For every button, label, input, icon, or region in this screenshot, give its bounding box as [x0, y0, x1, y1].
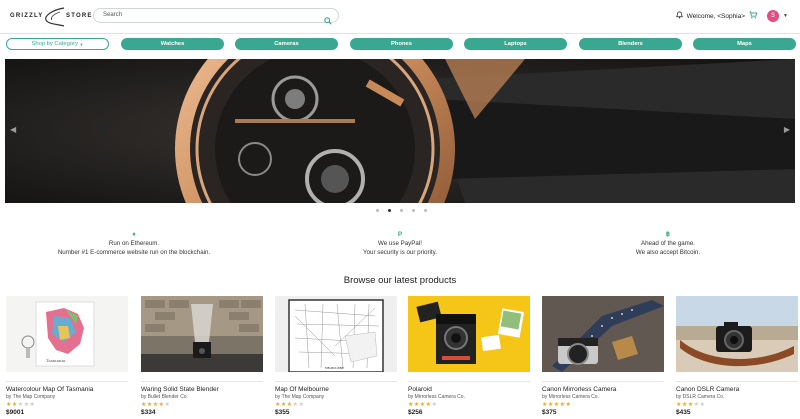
logo-text-left: GRIZZLY — [10, 13, 44, 19]
welcome-text[interactable]: Welcome, <Sophia> — [687, 13, 745, 20]
feature-subtitle: Number #1 E-commerce website run on the … — [57, 249, 211, 256]
product-name[interactable]: Watercolour Map Of Tasmania — [6, 386, 128, 393]
hero-carousel[interactable]: ◀ ▶ — [5, 59, 795, 203]
search-icon[interactable] — [324, 12, 332, 30]
logo-text-right: STORE — [66, 13, 93, 19]
card-divider — [676, 381, 798, 382]
card-divider — [6, 381, 128, 382]
product-image-mirrorless-camera[interactable] — [542, 296, 664, 372]
browse-title: Browse our latest products — [343, 275, 457, 286]
product-seller: by DSLR Camera Co. — [676, 394, 725, 400]
product-image-polaroid[interactable] — [408, 296, 530, 372]
carousel-dot[interactable] — [412, 209, 415, 212]
category-cameras-button[interactable]: Cameras — [235, 38, 338, 50]
feature-strip: ♦ Run on Ethereum. Number #1 E-commerce … — [0, 230, 800, 260]
product-price: $355 — [275, 409, 290, 416]
product-seller: by The Map Company — [275, 394, 325, 400]
feature-bitcoin: ฿ Ahead of the game. We also accept Bitc… — [573, 230, 763, 257]
avatar[interactable]: S — [767, 10, 780, 22]
product-name[interactable]: Polaroid — [408, 386, 530, 393]
product-card[interactable]: Tasmania Watercolour Map Of Tasmania by … — [6, 296, 128, 416]
product-image-melbourne-map[interactable]: MELBOURNE — [275, 296, 397, 372]
category-blenders-button[interactable]: Blenders — [579, 38, 682, 50]
category-laptops-button[interactable]: Laptops — [464, 38, 567, 50]
paypal-icon: P — [397, 231, 403, 238]
product-rating: ★★★★★ — [542, 402, 572, 408]
product-seller: by Mirrorless Camera Co. — [408, 394, 465, 400]
product-seller: by Mirrorless Camera Co. — [542, 394, 599, 400]
logo-swoosh-icon — [45, 7, 65, 27]
product-rating: ★★★★★ — [275, 402, 305, 408]
product-name[interactable]: Canon Mirrorless Camera — [542, 386, 664, 393]
carousel-next-arrow-icon[interactable]: ▶ — [784, 125, 790, 134]
product-image-dslr-camera[interactable] — [676, 296, 798, 372]
card-divider — [542, 381, 664, 382]
product-image-tasmania-map[interactable]: Tasmania — [6, 296, 128, 372]
svg-text:Tasmania: Tasmania — [46, 358, 66, 363]
product-card[interactable]: Polaroid by Mirrorless Camera Co. ★★★★★ … — [408, 296, 530, 416]
product-card[interactable]: Canon Mirrorless Camera by Mirrorless Ca… — [542, 296, 664, 416]
feature-paypal: P We use PayPal! Your security is our pr… — [305, 230, 495, 257]
user-nav: Welcome, <Sophia> S ▼ — [675, 9, 788, 23]
feature-title: We use PayPal! — [378, 240, 422, 247]
product-price: $334 — [141, 409, 156, 416]
product-price: $375 — [542, 409, 557, 416]
cart-icon[interactable] — [749, 11, 758, 21]
search-input[interactable]: Search — [93, 8, 339, 25]
category-watches-button[interactable]: Watches — [121, 38, 224, 50]
product-rating: ★★★★★ — [6, 402, 36, 408]
product-image-blender[interactable] — [141, 296, 263, 372]
category-bar: Shop by Category ▼ Watches Cameras Phone… — [0, 38, 800, 50]
feature-ethereum: ♦ Run on Ethereum. Number #1 E-commerce … — [39, 230, 229, 257]
feature-title: Ahead of the game. — [640, 240, 695, 247]
product-seller: by The Map Company — [6, 394, 56, 400]
product-rating: ★★★★★ — [408, 402, 438, 408]
chevron-down-icon: ▼ — [79, 41, 84, 47]
product-rating: ★★★★★ — [676, 402, 706, 408]
carousel-prev-arrow-icon[interactable]: ◀ — [10, 125, 16, 134]
product-price: $9001 — [6, 409, 25, 416]
product-rating: ★★★★★ — [141, 402, 171, 408]
product-price: $256 — [408, 409, 423, 416]
product-name[interactable]: Canon DSLR Camera — [676, 386, 798, 393]
product-name[interactable]: Map Of Melbourne — [275, 386, 397, 393]
card-divider — [408, 381, 530, 382]
carousel-dot[interactable] — [424, 209, 427, 212]
card-divider — [141, 381, 263, 382]
category-phones-button[interactable]: Phones — [350, 38, 453, 50]
feature-title: Run on Ethereum. — [108, 240, 160, 247]
product-name[interactable]: Waring Solid State Blender — [141, 386, 263, 393]
product-price: $435 — [676, 409, 691, 416]
bell-icon[interactable] — [675, 11, 683, 21]
category-maps-button[interactable]: Maps — [693, 38, 796, 50]
shop-by-category-label: Shop by Category — [31, 41, 78, 47]
feature-subtitle: Your security is our priority. — [363, 249, 437, 256]
carousel-indicators — [376, 209, 427, 212]
product-seller: by Bullet Blender Co. — [141, 394, 188, 400]
product-card[interactable]: Canon DSLR Camera by DSLR Camera Co. ★★★… — [676, 296, 798, 416]
hero-watch-image — [5, 59, 795, 203]
store-logo[interactable]: GRIZZLY STORE — [10, 6, 93, 28]
carousel-dot-active[interactable] — [388, 209, 391, 212]
carousel-dot[interactable] — [376, 209, 379, 212]
shop-by-category-dropdown[interactable]: Shop by Category ▼ — [6, 38, 109, 50]
svg-text:MELBOURNE: MELBOURNE — [325, 366, 344, 370]
feature-subtitle: We also accept Bitcoin. — [635, 249, 701, 256]
top-navbar: GRIZZLY STORE Search Welcome, <Sophia> S… — [0, 0, 800, 34]
ethereum-icon: ♦ — [132, 231, 136, 238]
card-divider — [275, 381, 397, 382]
carousel-dot[interactable] — [400, 209, 403, 212]
bitcoin-icon: ฿ — [665, 231, 671, 238]
product-card[interactable]: Waring Solid State Blender by Bullet Ble… — [141, 296, 263, 416]
product-card[interactable]: MELBOURNE Map Of Melbourne by The Map Co… — [275, 296, 397, 416]
search-placeholder: Search — [103, 12, 123, 18]
chevron-down-icon[interactable]: ▼ — [783, 13, 788, 19]
